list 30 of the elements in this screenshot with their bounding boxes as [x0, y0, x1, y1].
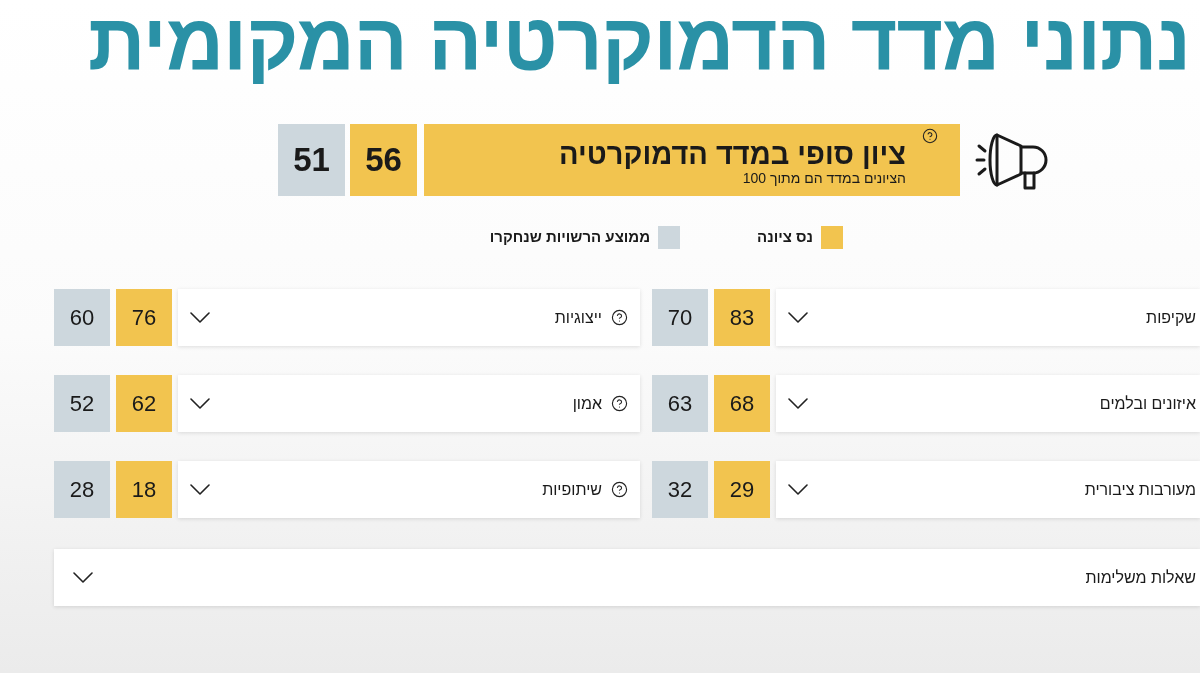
score-value: 63 — [652, 375, 708, 432]
help-icon[interactable] — [611, 395, 628, 412]
score-value: 32 — [652, 461, 708, 518]
score-value: 62 — [116, 375, 172, 432]
help-icon[interactable] — [611, 481, 628, 498]
category-toggle[interactable]: שיתופיות — [178, 461, 640, 518]
legend-label: ממוצע הרשויות שנחקרו — [489, 227, 651, 248]
category-toggle[interactable]: מעורבות ציבורית — [776, 461, 1200, 518]
category-toggle[interactable]: אמון — [178, 375, 640, 432]
final-score-value: 51 — [278, 124, 345, 196]
help-icon[interactable] — [611, 309, 628, 326]
page-title: נתוני מדד הדמוקרטיה המקומית — [88, 0, 1190, 88]
score-value: 76 — [116, 289, 172, 346]
score-value: 83 — [714, 289, 770, 346]
score-value: 60 — [54, 289, 110, 346]
score-value: 28 — [54, 461, 110, 518]
score-value: 68 — [714, 375, 770, 432]
category-toggle[interactable]: ייצוגיות — [178, 289, 640, 346]
score-value: 29 — [714, 461, 770, 518]
score-value: 52 — [54, 375, 110, 432]
extra-questions-toggle[interactable]: שאלות משלימות — [54, 549, 1200, 606]
category-toggle[interactable]: איזונים ובלמים — [776, 375, 1200, 432]
help-icon[interactable] — [922, 128, 938, 144]
category-toggle[interactable]: שקיפות — [776, 289, 1200, 346]
final-score-title: ציון סופי במדד הדמוקרטיה — [559, 138, 906, 170]
score-value: 70 — [652, 289, 708, 346]
final-score-value: 56 — [350, 124, 417, 196]
final-score-subtitle: הציונים במדד הם מתוך 100 — [742, 170, 906, 186]
score-value: 18 — [116, 461, 172, 518]
legend-label: נס ציונה — [757, 227, 813, 248]
